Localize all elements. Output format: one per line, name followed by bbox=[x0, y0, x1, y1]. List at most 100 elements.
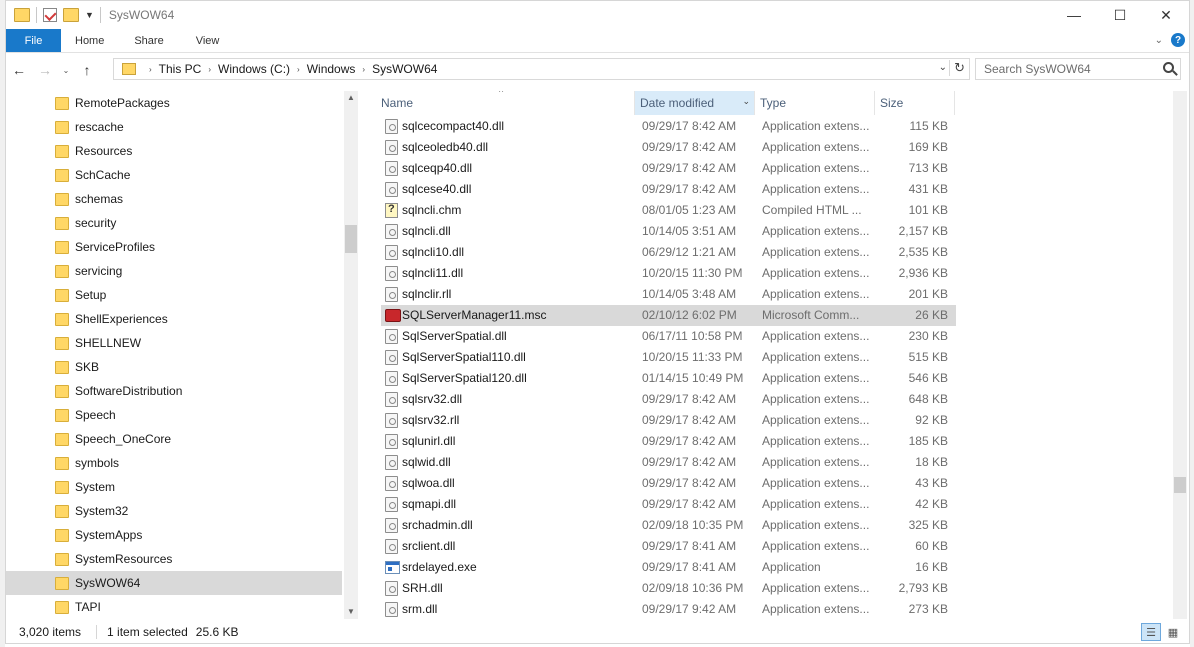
nav-item-label: Speech bbox=[75, 408, 116, 422]
nav-item-shellexperiences[interactable]: ShellExperiences bbox=[6, 307, 342, 331]
tab-view[interactable]: View bbox=[180, 29, 236, 52]
file-row[interactable]: sqlncli.dll 10/14/05 3:51 AM Application e… bbox=[381, 221, 956, 242]
file-row[interactable]: sqlceoledb40.dll 09/29/17 8:42 AM Applicat… bbox=[381, 137, 956, 158]
expand-ribbon-chevron-icon[interactable]: ⌄ bbox=[1155, 35, 1163, 46]
scrollbar-thumb[interactable] bbox=[345, 225, 357, 253]
search-box[interactable] bbox=[975, 58, 1181, 80]
maximize-button[interactable]: ☐ bbox=[1097, 1, 1143, 29]
search-icon[interactable] bbox=[1163, 62, 1174, 73]
file-row[interactable]: srclient.dll 09/29/17 8:41 AM Application … bbox=[381, 536, 956, 557]
tab-home[interactable]: Home bbox=[61, 29, 118, 52]
refresh-icon[interactable]: ↻ bbox=[949, 60, 965, 76]
breadcrumb-chevron-icon[interactable]: › bbox=[362, 65, 365, 74]
file-row[interactable]: sqlsrv32.dll 09/29/17 8:42 AM Application … bbox=[381, 389, 956, 410]
file-row[interactable]: sqlnclir.rll 10/14/05 3:48 AM Application … bbox=[381, 284, 956, 305]
breadcrumb-chevron-icon[interactable]: › bbox=[149, 65, 152, 74]
file-row[interactable]: sqlncli10.dll 06/29/12 1:21 AM Application… bbox=[381, 242, 956, 263]
breadcrumb-windows[interactable]: Windows bbox=[307, 62, 356, 76]
tab-file[interactable]: File bbox=[6, 29, 61, 52]
nav-item-system32[interactable]: System32 bbox=[6, 499, 342, 523]
address-bar[interactable]: › This PC › Windows (C:) › Windows › Sys… bbox=[113, 58, 970, 80]
file-row[interactable]: SRH.dll 02/09/18 10:36 PM Application exte… bbox=[381, 578, 956, 599]
details-view-icon[interactable]: ☰ bbox=[1141, 623, 1161, 641]
nav-item-syswow64[interactable]: SysWOW64 bbox=[6, 571, 342, 595]
column-header-name[interactable]: ^ Name bbox=[376, 91, 635, 115]
file-date-modified: 09/29/17 8:42 AM bbox=[642, 413, 737, 427]
breadcrumb-chevron-icon[interactable]: › bbox=[297, 65, 300, 74]
breadcrumb-chevron-icon[interactable]: › bbox=[208, 65, 211, 74]
recent-locations-chevron-icon[interactable]: ⌄ bbox=[58, 58, 74, 82]
file-row[interactable]: srdelayed.exe 09/29/17 8:41 AM Application… bbox=[381, 557, 956, 578]
breadcrumb-syswow64[interactable]: SysWOW64 bbox=[372, 62, 437, 76]
customize-toolbar-dropdown-icon[interactable]: ▼ bbox=[85, 10, 94, 20]
help-icon[interactable]: ? bbox=[1171, 33, 1185, 47]
folder-icon bbox=[55, 504, 69, 518]
large-icons-view-icon[interactable]: ▦ bbox=[1163, 623, 1183, 641]
file-row[interactable]: sqlcecompact40.dll 09/29/17 8:42 AM Applic… bbox=[381, 116, 956, 137]
msc-icon bbox=[385, 309, 401, 322]
scroll-down-arrow-icon[interactable]: ▼ bbox=[344, 605, 358, 619]
file-row[interactable]: sqlceqp40.dll 09/29/17 8:42 AM Application… bbox=[381, 158, 956, 179]
nav-item-schemas[interactable]: schemas bbox=[6, 187, 342, 211]
file-row[interactable]: SqlServerSpatial.dll 06/17/11 10:58 PM App… bbox=[381, 326, 956, 347]
file-list-scrollbar[interactable] bbox=[1173, 91, 1187, 619]
file-row[interactable]: sqlwoa.dll 09/29/17 8:42 AM Application ex… bbox=[381, 473, 956, 494]
nav-item-schcache[interactable]: SchCache bbox=[6, 163, 342, 187]
breadcrumb-this-pc[interactable]: This PC bbox=[159, 62, 202, 76]
title-bar: ▼ SysWOW64 — ☐ ✕ bbox=[6, 1, 1189, 29]
nav-item-speech-onecore[interactable]: Speech_OneCore bbox=[6, 427, 342, 451]
nav-item-servicing[interactable]: servicing bbox=[6, 259, 342, 283]
nav-item-shellnew[interactable]: SHELLNEW bbox=[6, 331, 342, 355]
nav-item-serviceprofiles[interactable]: ServiceProfiles bbox=[6, 235, 342, 259]
breadcrumb-windows-drive[interactable]: Windows (C:) bbox=[218, 62, 290, 76]
file-row[interactable]: sqlwid.dll 09/29/17 8:42 AM Application ex… bbox=[381, 452, 956, 473]
column-header-date-modified[interactable]: Date modified ⌄ bbox=[635, 91, 755, 115]
file-date-modified: 06/29/12 1:21 AM bbox=[642, 245, 737, 259]
scrollbar-thumb[interactable] bbox=[1174, 477, 1186, 493]
file-row[interactable]: SqlServerSpatial120.dll 01/14/15 10:49 PM… bbox=[381, 368, 956, 389]
scroll-up-arrow-icon[interactable]: ▲ bbox=[344, 91, 358, 105]
file-row[interactable]: sqlcese40.dll 09/29/17 8:42 AM Application… bbox=[381, 179, 956, 200]
nav-item-setup[interactable]: Setup bbox=[6, 283, 342, 307]
properties-icon[interactable] bbox=[43, 8, 57, 22]
search-input[interactable] bbox=[984, 62, 1154, 76]
nav-item-remotepackages[interactable]: RemotePackages bbox=[6, 91, 342, 115]
tab-share[interactable]: Share bbox=[118, 29, 179, 52]
nav-item-softwaredistribution[interactable]: SoftwareDistribution bbox=[6, 379, 342, 403]
forward-button[interactable]: → bbox=[32, 58, 58, 82]
file-name: sqlwoa.dll bbox=[402, 476, 455, 490]
file-row[interactable]: srm.dll 09/29/17 9:42 AM Application exten… bbox=[381, 599, 956, 619]
file-row[interactable]: SQLServerManager11.msc 02/10/12 6:02 PM Mi… bbox=[381, 305, 956, 326]
nav-item-systemapps[interactable]: SystemApps bbox=[6, 523, 342, 547]
nav-item-symbols[interactable]: symbols bbox=[6, 451, 342, 475]
nav-item-resources[interactable]: Resources bbox=[6, 139, 342, 163]
nav-item-security[interactable]: security bbox=[6, 211, 342, 235]
file-size: 26 KB bbox=[915, 308, 948, 322]
folder-icon bbox=[55, 480, 69, 494]
file-row[interactable]: SqlServerSpatial110.dll 10/20/15 11:33 PM… bbox=[381, 347, 956, 368]
file-row[interactable]: sqlncli.chm 08/01/05 1:23 AM Compiled HTML… bbox=[381, 200, 956, 221]
column-header-type[interactable]: Type bbox=[755, 91, 875, 115]
nav-item-speech[interactable]: Speech bbox=[6, 403, 342, 427]
nav-item-system[interactable]: System bbox=[6, 475, 342, 499]
back-button[interactable]: ← bbox=[6, 58, 32, 82]
column-header-size[interactable]: Size bbox=[875, 91, 955, 115]
nav-item-rescache[interactable]: rescache bbox=[6, 115, 342, 139]
file-row[interactable]: sqmapi.dll 09/29/17 8:42 AM Application ex… bbox=[381, 494, 956, 515]
file-row[interactable]: sqlncli11.dll 10/20/15 11:30 PM Applicatio… bbox=[381, 263, 956, 284]
column-filter-dropdown-icon[interactable]: ⌄ bbox=[742, 96, 750, 107]
minimize-button[interactable]: — bbox=[1051, 1, 1097, 29]
nav-item-systemresources[interactable]: SystemResources bbox=[6, 547, 342, 571]
nav-item-skb[interactable]: SKB bbox=[6, 355, 342, 379]
file-row[interactable]: sqlsrv32.rll 09/29/17 8:42 AM Application … bbox=[381, 410, 956, 431]
up-button[interactable]: ↑ bbox=[74, 58, 100, 82]
nav-item-tapi[interactable]: TAPI bbox=[6, 595, 342, 619]
file-row[interactable]: sqlunirl.dll 09/29/17 8:42 AM Application … bbox=[381, 431, 956, 452]
new-folder-icon[interactable] bbox=[63, 8, 79, 22]
file-row[interactable]: srchadmin.dll 02/09/18 10:35 PM Applicatio… bbox=[381, 515, 956, 536]
nav-item-label: schemas bbox=[75, 192, 124, 206]
address-history-dropdown-icon[interactable]: ⌄ bbox=[939, 62, 947, 73]
close-button[interactable]: ✕ bbox=[1143, 1, 1189, 29]
file-size: 169 KB bbox=[908, 140, 948, 154]
navigation-pane-scrollbar[interactable]: ▲ ▼ bbox=[344, 91, 358, 619]
